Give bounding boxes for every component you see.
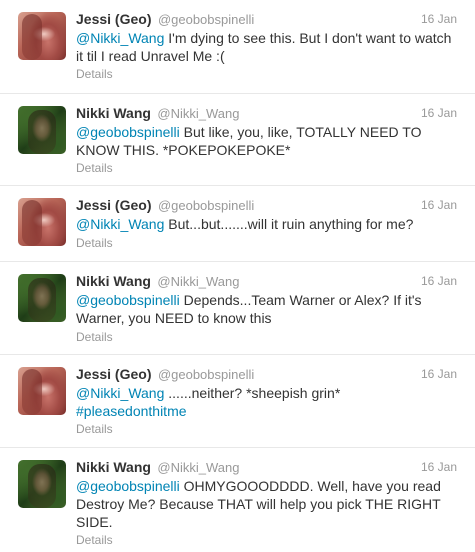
mention-link[interactable]: @geobobspinelli [76,124,180,140]
tweet-text-line: Warner, you NEED to know this [76,310,272,326]
mention-link[interactable]: @Nikki_Wang [76,30,164,46]
tweet-timestamp[interactable]: 16 Jan [421,106,457,120]
user-name[interactable]: Jessi (Geo) [76,11,151,27]
details-link[interactable]: Details [76,236,113,250]
tweet-header: Nikki Wang @Nikki_Wang 16 Jan [76,273,457,290]
jessi-avatar[interactable] [18,12,66,60]
tweet-text-line: KNOW THIS. *POKEPOKEPOKE* [76,142,291,158]
tweet-header: Jessi (Geo) @geobobspinelli 16 Jan [76,197,457,214]
tweet-timestamp[interactable]: 16 Jan [421,460,457,474]
tweet-text-line: SIDE. [76,514,113,530]
details-link[interactable]: Details [76,330,113,344]
tweet-timestamp[interactable]: 16 Jan [421,274,457,288]
tweet-item[interactable]: Nikki Wang @Nikki_Wang 16 Jan @geobobspi… [0,262,475,355]
user-handle[interactable]: @geobobspinelli [158,367,254,382]
hashtag-link[interactable]: #pleasedonthitme [76,403,187,419]
tweet-text: @Nikki_Wang ......neither? *sheepish gri… [76,384,454,420]
user-name[interactable]: Jessi (Geo) [76,366,151,382]
tweet-text-line: ......neither? *sheepish grin* [164,385,341,401]
tweet-header: Jessi (Geo) @geobobspinelli 16 Jan [76,11,457,28]
user-name[interactable]: Nikki Wang [76,273,151,289]
tweet-timeline: Jessi (Geo) @geobobspinelli 16 Jan @Nikk… [0,0,475,552]
tweet-timestamp[interactable]: 16 Jan [421,12,457,26]
tweet-text: @geobobspinelli OHMYGOOODDDD. Well, have… [76,477,454,531]
tweet-header: Jessi (Geo) @geobobspinelli 16 Jan [76,366,457,383]
nikki-avatar[interactable] [18,460,66,508]
mention-link[interactable]: @Nikki_Wang [76,216,164,232]
details-link[interactable]: Details [76,67,113,81]
user-handle[interactable]: @Nikki_Wang [157,460,239,475]
user-name[interactable]: Nikki Wang [76,459,151,475]
mention-link[interactable]: @Nikki_Wang [76,385,164,401]
jessi-avatar[interactable] [18,367,66,415]
user-handle[interactable]: @Nikki_Wang [157,106,239,121]
user-name[interactable]: Jessi (Geo) [76,197,151,213]
tweet-item[interactable]: Jessi (Geo) @geobobspinelli 16 Jan @Nikk… [0,0,475,94]
user-handle[interactable]: @geobobspinelli [158,198,254,213]
tweet-timestamp[interactable]: 16 Jan [421,367,457,381]
tweet-text: @geobobspinelli But like, you, like, TOT… [76,123,454,159]
tweet-text: @Nikki_Wang I'm dying to see this. But I… [76,29,454,65]
details-link[interactable]: Details [76,533,113,547]
jessi-avatar[interactable] [18,198,66,246]
tweet-header: Nikki Wang @Nikki_Wang 16 Jan [76,105,457,122]
tweet-text-line: I'm dying to see this. But I don't want … [164,30,452,46]
tweet-header: Nikki Wang @Nikki_Wang 16 Jan [76,459,457,476]
details-link[interactable]: Details [76,161,113,175]
tweet-timestamp[interactable]: 16 Jan [421,198,457,212]
tweet-item[interactable]: Jessi (Geo) @geobobspinelli 16 Jan @Nikk… [0,355,475,448]
tweet-text: @Nikki_Wang But...but.......will it ruin… [76,215,454,233]
tweet-item[interactable]: Jessi (Geo) @geobobspinelli 16 Jan @Nikk… [0,186,475,262]
tweet-text-line: it til I read Unravel Me :( [76,48,225,64]
tweet-text-line: But...but.......will it ruin anything fo… [164,216,414,232]
tweet-text: @geobobspinelli Depends...Team Warner or… [76,291,454,327]
user-handle[interactable]: @Nikki_Wang [157,274,239,289]
tweet-item[interactable]: Nikki Wang @Nikki_Wang 16 Jan @geobobspi… [0,94,475,186]
nikki-avatar[interactable] [18,274,66,322]
mention-link[interactable]: @geobobspinelli [76,292,180,308]
tweet-text-line: Depends...Team Warner or Alex? If it's [179,292,422,308]
nikki-avatar[interactable] [18,106,66,154]
tweet-text-line: But like, you, like, TOTALLY NEED TO [179,124,422,140]
details-link[interactable]: Details [76,422,113,436]
user-name[interactable]: Nikki Wang [76,105,151,121]
tweet-text-line: OHMYGOOODDDD. Well, have you read [179,478,441,494]
tweet-item[interactable]: Nikki Wang @Nikki_Wang 16 Jan @geobobspi… [0,448,475,552]
tweet-text-line: Destroy Me? Because THAT will help you p… [76,496,441,512]
mention-link[interactable]: @geobobspinelli [76,478,180,494]
user-handle[interactable]: @geobobspinelli [158,12,254,27]
